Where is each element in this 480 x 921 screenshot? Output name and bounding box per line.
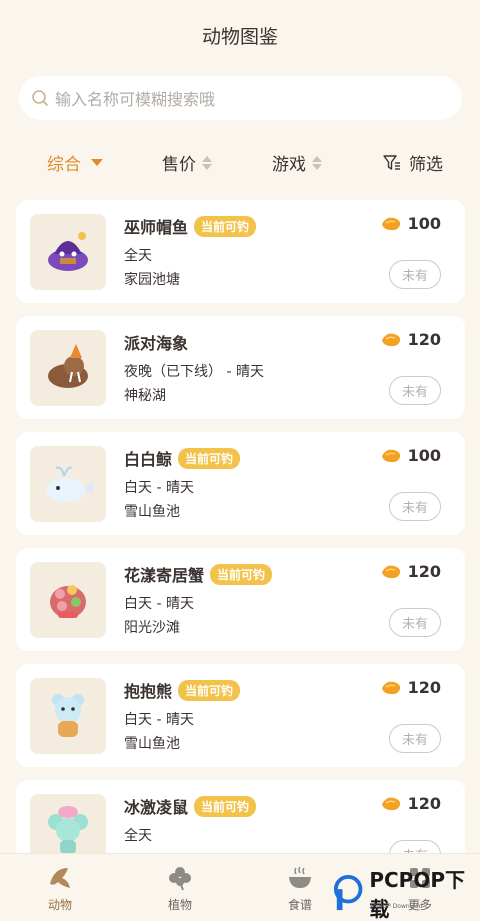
animal-name: 冰激凌鼠 [124,798,189,817]
price-value: 120 [407,330,441,349]
owned-status-button[interactable]: 未有 [389,492,441,521]
tab-animals[interactable]: 动物 [20,864,100,913]
animal-time: 白天 - 晴天 [124,712,194,728]
price-value: 100 [407,214,441,233]
animal-time: 白天 - 晴天 [124,480,194,496]
search-input[interactable]: 输入名称可模糊搜索哦 [55,86,215,110]
sort-label: 综合 [47,155,81,175]
wizard-hat-fish-icon [30,214,106,290]
sort-game[interactable]: 游戏 [272,150,322,175]
animal-name: 花漾寄居蟹 [124,566,205,585]
animal-time: 夜晚（已下线） - 晴天 [124,364,264,380]
bowl-icon [289,866,311,888]
page-title: 动物图鉴 [201,25,278,48]
animal-time: 全天 [124,248,152,264]
pcpop-logo-icon [333,874,363,911]
pcpop-watermark: PCPOP下载 PCPOP Download [333,868,479,921]
coin-icon [381,681,400,694]
price-value: 120 [407,562,441,581]
catchable-badge: 当前可钓 [194,795,257,817]
coin-icon [381,565,400,578]
price-value: 120 [407,794,441,813]
animal-price: 100 [380,214,441,233]
animal-location: 家园池塘 [124,272,180,288]
animal-price: 120 [380,794,441,813]
animal-card[interactable]: 抱抱熊 当前可钓 白天 - 晴天 雪山鱼池 120 未有 [16,664,465,767]
filter-icon [383,154,400,170]
animal-card[interactable]: 派对海象 夜晚（已下线） - 晴天 神秘湖 120 未有 [16,316,465,419]
clover-icon [169,867,191,891]
sort-bar: 综合 售价 游戏 筛选 [0,150,480,176]
fish-icon [50,868,70,888]
caret-down-icon [91,159,103,166]
top-bar: 动物图鉴 [0,0,480,70]
catchable-badge: 当前可钓 [194,215,257,237]
white-whale-icon [30,446,106,522]
coin-icon [381,217,400,230]
catchable-badge: 当前可钓 [178,679,241,701]
hug-bear-icon [30,678,106,754]
filter-button[interactable]: 筛选 [383,150,443,175]
search-icon [32,90,48,106]
coin-icon [381,797,400,810]
sort-comprehensive[interactable]: 综合 [47,150,103,175]
tab-recipes[interactable]: 食谱 [260,864,340,913]
watermark-subtext: PCPOP Download [371,903,423,910]
watermark-text: PCPOP下载 [369,868,465,921]
animal-location: 阳光沙滩 [124,620,180,636]
animal-price: 120 [380,330,441,349]
sort-label: 游戏 [272,155,306,175]
party-walrus-icon [30,330,106,406]
sort-label: 筛选 [409,155,443,175]
owned-status-button[interactable]: 未有 [389,724,441,753]
animal-name: 白白鲸 [124,450,173,469]
owned-status-button[interactable]: 未有 [389,608,441,637]
tab-label: 动物 [47,898,72,912]
animal-card[interactable]: 白白鲸 当前可钓 白天 - 晴天 雪山鱼池 100 未有 [16,432,465,535]
tab-label: 食谱 [287,898,312,912]
animal-card[interactable]: 花漾寄居蟹 当前可钓 白天 - 晴天 阳光沙滩 120 未有 [16,548,465,651]
animal-location: 神秘湖 [124,388,166,404]
price-value: 120 [407,678,441,697]
tab-label: 植物 [167,898,192,912]
sort-label: 售价 [162,155,196,175]
animal-price: 100 [380,446,441,465]
sort-arrows-icon [312,155,322,170]
animal-location: 雪山鱼池 [124,504,180,520]
animal-card[interactable]: 巫师帽鱼 当前可钓 全天 家园池塘 100 未有 [16,200,465,303]
animal-time: 全天 [124,828,152,844]
price-value: 100 [407,446,441,465]
animal-price: 120 [380,678,441,697]
animal-time: 白天 - 晴天 [124,596,194,612]
animal-name: 巫师帽鱼 [124,218,189,237]
sort-arrows-icon [202,155,212,170]
tab-plants[interactable]: 植物 [140,864,220,913]
coin-icon [381,333,400,346]
search-bar[interactable]: 输入名称可模糊搜索哦 [19,76,462,120]
animal-name: 抱抱熊 [124,682,173,701]
catchable-badge: 当前可钓 [178,447,241,469]
catchable-badge: 当前可钓 [210,563,273,585]
coin-icon [381,449,400,462]
flower-hermit-crab-icon [30,562,106,638]
sort-price[interactable]: 售价 [162,150,212,175]
animal-location: 雪山鱼池 [124,736,180,752]
owned-status-button[interactable]: 未有 [389,376,441,405]
owned-status-button[interactable]: 未有 [389,260,441,289]
animal-price: 120 [380,562,441,581]
animal-name: 派对海象 [124,334,189,353]
